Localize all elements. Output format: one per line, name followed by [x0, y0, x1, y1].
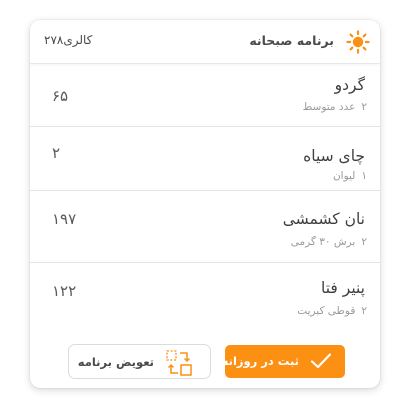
- checkmark-icon: [310, 353, 332, 369]
- list-item[interactable]: پنیر فتا ۲ قوطی کبریت ۱۲۲: [30, 263, 380, 325]
- item-portion: ۱ لیوان: [333, 170, 367, 182]
- breakfast-card: برنامه صبحانه کالری۲۷۸ گردو ۲ عدد متوسط ۶…: [30, 20, 380, 388]
- item-qty: ۲: [361, 101, 367, 113]
- list-item[interactable]: چای سیاه ۱ لیوان ۲: [30, 127, 380, 190]
- item-qty: ۲: [361, 236, 367, 248]
- item-unit: برش ۳۰ گرمی: [290, 236, 356, 248]
- item-name: نان کشمشی: [282, 210, 365, 228]
- list-item[interactable]: گردو ۲ عدد متوسط ۶۵: [30, 64, 380, 126]
- item-calories: ۱۲۲: [52, 282, 77, 300]
- item-qty: ۲: [361, 305, 367, 317]
- item-unit: عدد متوسط: [302, 101, 356, 113]
- item-unit: لیوان: [332, 170, 356, 182]
- item-calories: ۶۵: [52, 87, 69, 105]
- log-to-daily-label: ثبت در روزانه: [221, 354, 299, 368]
- item-name: چای سیاه: [303, 147, 365, 165]
- card-header: برنامه صبحانه کالری۲۷۸: [30, 20, 380, 64]
- list-item[interactable]: نان کشمشی ۲ برش ۳۰ گرمی ۱۹۷: [30, 191, 380, 262]
- page-title: برنامه صبحانه: [249, 33, 334, 48]
- sun-icon: [346, 30, 370, 54]
- item-qty: ۱: [361, 170, 367, 182]
- item-portion: ۲ قوطی کبریت: [297, 305, 367, 317]
- item-portion: ۲ عدد متوسط: [303, 101, 367, 113]
- log-to-daily-button[interactable]: ثبت در روزانه: [221, 345, 345, 378]
- swap-plan-label: تعویض برنامه: [77, 355, 154, 369]
- swap-icon: [166, 350, 192, 376]
- item-portion: ۲ برش ۳۰ گرمی: [291, 236, 367, 248]
- swap-plan-button[interactable]: تعویض برنامه: [68, 344, 211, 379]
- item-name: پنیر فتا: [321, 279, 365, 297]
- item-name: گردو: [334, 76, 365, 94]
- item-calories: ۲: [52, 144, 61, 162]
- item-unit: قوطی کبریت: [297, 305, 356, 317]
- total-calories: کالری۲۷۸: [44, 33, 93, 47]
- item-calories: ۱۹۷: [52, 210, 77, 228]
